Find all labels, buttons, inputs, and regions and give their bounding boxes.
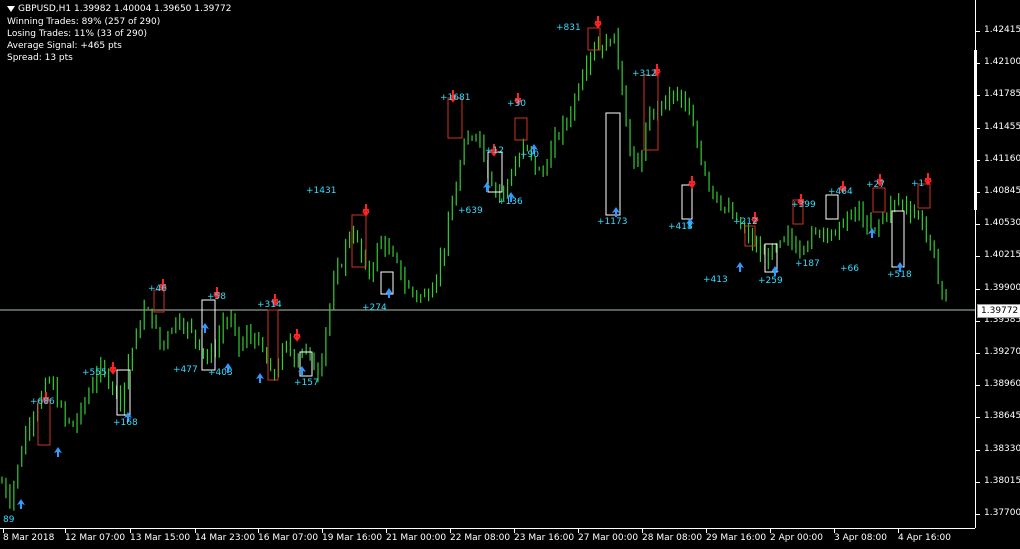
price-tick: 1.41160: [975, 153, 1020, 164]
signal-label: +90: [520, 150, 539, 160]
symbol-text: GBPUSD,H1 1.39982 1.40004 1.39650 1.3977…: [18, 4, 232, 14]
signal-label: +831: [556, 23, 581, 33]
buy-arrow-icon: [771, 266, 779, 276]
sell-arrow-icon: [362, 204, 370, 217]
signal-label: +518: [887, 270, 912, 280]
trade-box: [681, 184, 693, 220]
signal-label: +46: [148, 284, 167, 294]
price-tick: 1.41455: [975, 121, 1020, 132]
time-tick: 22 Mar 08:00: [450, 529, 511, 543]
signal-label: +418: [668, 222, 693, 232]
signal-label: +30: [507, 99, 526, 109]
time-tick: 12 Mar 07:00: [65, 529, 126, 543]
signal-label: +312: [632, 69, 657, 79]
time-tick: 29 Mar 16:00: [706, 529, 767, 543]
collapse-triangle-icon[interactable]: [7, 5, 15, 12]
time-tick: 3 Apr 08:00: [834, 529, 887, 543]
price-plot[interactable]: [0, 0, 975, 528]
price-tick: 1.39900: [975, 282, 1020, 293]
signal-label: +1173: [597, 217, 628, 227]
price-tick: 1.40530: [975, 218, 1020, 229]
time-tick: 16 Mar 07:00: [258, 529, 319, 543]
signal-label: +187: [795, 259, 820, 269]
time-tick: 4 Apr 16:00: [898, 529, 951, 543]
signal-label: +314: [257, 300, 282, 310]
signal-label: +168: [113, 418, 138, 428]
trade-box: [267, 309, 279, 381]
chart-window[interactable]: GBPUSD,H1 1.39982 1.40004 1.39650 1.3977…: [0, 0, 1020, 549]
symbol-line: GBPUSD,H1 1.39982 1.40004 1.39650 1.3977…: [7, 3, 231, 15]
buy-arrow-icon: [17, 499, 25, 509]
price-tick: 1.42415: [975, 25, 1020, 35]
price-tick: 1.40845: [975, 186, 1020, 196]
candle-bars: [1, 27, 947, 511]
signal-label: +1: [911, 179, 925, 189]
time-tick: 21 Mar 00:00: [386, 529, 447, 543]
trade-box: [872, 187, 886, 213]
signal-label: +555: [82, 368, 107, 378]
time-axis[interactable]: 8 Mar 2018 12 Mar 07:00 13 Mar 15:00 14 Mar…: [0, 528, 975, 549]
signal-label: +464: [828, 187, 853, 197]
time-tick: 2 Apr 00:00: [770, 529, 823, 543]
signal-label: +58: [207, 292, 226, 302]
winning-trades: Winning Trades: 89% (257 of 290): [7, 17, 161, 27]
buy-arrow-icon: [483, 182, 491, 192]
losing-trades: Losing Trades: 11% (33 of 290): [7, 29, 147, 39]
signal-label: +157: [294, 378, 319, 388]
average-signal: Average Signal: +465 pts: [7, 41, 122, 51]
buy-arrow-icon: [298, 366, 306, 376]
buy-arrow-icon: [736, 262, 744, 272]
sell-arrow-icon: [688, 176, 696, 189]
time-tick: 14 Mar 23:00: [195, 529, 256, 543]
trade-box: [891, 210, 905, 268]
trade-box: [380, 271, 394, 295]
trade-box: [514, 117, 528, 141]
price-tick: 1.38330: [975, 443, 1020, 454]
signal-label: +413: [703, 275, 728, 285]
trade-box: [447, 97, 463, 139]
signal-label: +27: [866, 180, 885, 190]
price-tick: 1.38645: [975, 411, 1020, 422]
signal-label: +1681: [440, 93, 471, 103]
price-tick: 1.38960: [975, 379, 1020, 390]
price-tick: 1.40215: [975, 250, 1020, 261]
signal-label: +66: [840, 264, 859, 274]
signal-label: +1431: [306, 186, 337, 196]
sell-arrow-icon: [293, 329, 301, 342]
sell-arrow-icon: [109, 362, 117, 375]
trade-box: [605, 112, 621, 216]
signal-label: +274: [362, 303, 387, 313]
signal-label: +686: [30, 397, 55, 407]
signal-label: +399: [791, 200, 816, 210]
signal-label: +403: [208, 368, 233, 378]
signal-label: 89: [3, 515, 15, 525]
time-tick: 19 Mar 16:00: [322, 529, 383, 543]
sell-arrow-icon: [924, 173, 932, 186]
time-tick: 27 Mar 00:00: [578, 529, 639, 543]
signal-label: +639: [458, 206, 483, 216]
signal-label: +212: [733, 217, 758, 227]
sell-arrow-icon: [594, 16, 602, 29]
price-axis[interactable]: 1.42415 1.42100 1.41785 1.41455 1.41160 1.408…: [975, 0, 1020, 528]
buy-arrow-icon: [256, 373, 264, 383]
price-tick: 1.41785: [975, 89, 1020, 100]
price-tick: 1.39270: [975, 347, 1020, 357]
current-price-label: 1.39772: [977, 304, 1020, 318]
time-tick: 23 Mar 16:00: [514, 529, 575, 543]
price-tick: 1.42100: [975, 57, 1020, 68]
spread: Spread: 13 pts: [7, 53, 73, 63]
signal-label: +136: [498, 197, 523, 207]
time-tick: 28 Mar 08:00: [642, 529, 703, 543]
price-tick: 1.38015: [975, 475, 1020, 486]
signal-label: +477: [173, 365, 198, 375]
buy-arrow-icon: [385, 288, 393, 298]
buy-arrow-icon: [54, 447, 62, 457]
signal-label: +12: [485, 146, 504, 156]
time-tick: 13 Mar 15:00: [130, 529, 191, 543]
trade-box: [825, 194, 839, 220]
time-tick: 8 Mar 2018: [3, 529, 55, 543]
trade-box: [744, 225, 756, 247]
price-tick: 1.37700: [975, 508, 1020, 518]
signal-label: +259: [758, 276, 783, 286]
